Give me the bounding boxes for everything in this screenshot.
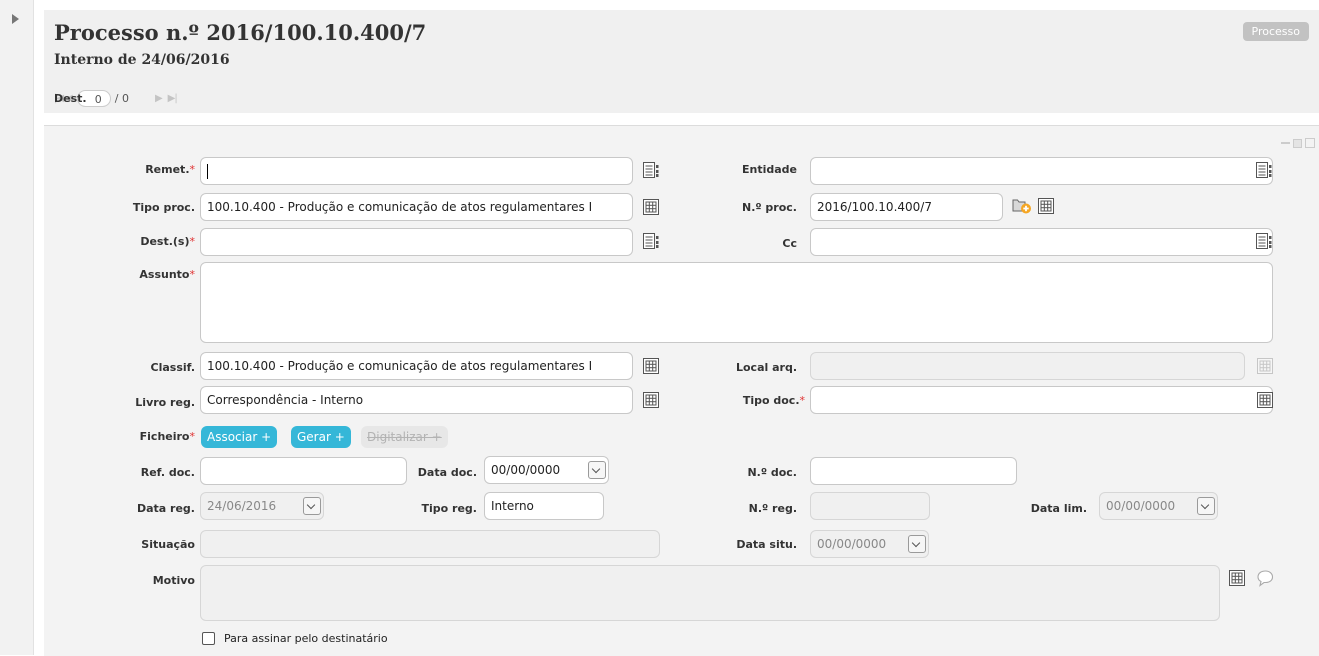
situacao-label: Situação <box>141 538 195 551</box>
required-mark: * <box>189 268 196 281</box>
entidade-label: Entidade <box>741 163 797 176</box>
local-arq-input <box>810 352 1245 380</box>
remet-label: Remet.* <box>100 163 195 176</box>
next-record-icon[interactable]: ▶ <box>155 93 163 104</box>
ficheiro-label-text: Ficheiro <box>139 430 190 443</box>
n-reg-input <box>810 492 930 520</box>
sign-by-recipient-checkbox[interactable] <box>202 632 215 645</box>
data-lim-label: Data lim. <box>1030 502 1087 515</box>
chevron-down-icon[interactable] <box>588 461 606 479</box>
remet-label-text: Remet. <box>145 163 190 176</box>
data-reg-value: 24/06/2016 <box>207 499 277 513</box>
motivo-textarea <box>200 565 1220 621</box>
process-header: Processo n.º 2016/100.10.400/7 Interno d… <box>44 10 1319 113</box>
expand-arrow-icon[interactable] <box>12 14 19 24</box>
grid-picker-icon[interactable] <box>1037 197 1055 215</box>
tipo-doc-label-text: Tipo doc. <box>742 394 800 407</box>
list-select-icon[interactable] <box>642 232 660 250</box>
data-doc-value: 00/00/0000 <box>491 463 561 477</box>
gerar-button[interactable]: Gerar + <box>291 426 351 448</box>
tipo-doc-input[interactable] <box>810 386 1273 414</box>
data-situ-value: 00/00/0000 <box>817 537 887 551</box>
grid-picker-icon <box>1256 357 1274 375</box>
tipo-reg-input[interactable]: Interno <box>484 492 604 520</box>
remet-input[interactable] <box>200 157 633 185</box>
assunto-label-text: Assunto <box>139 268 190 281</box>
list-select-icon[interactable] <box>1255 232 1273 250</box>
data-reg-input: 24/06/2016 <box>200 492 324 520</box>
list-select-icon[interactable] <box>642 161 660 179</box>
page-subtitle: Interno de 24/06/2016 <box>54 52 230 68</box>
cc-label: Cc <box>782 237 797 250</box>
required-mark: * <box>189 235 196 248</box>
livro-reg-label: Livro reg. <box>135 396 195 409</box>
dest-input[interactable] <box>200 228 633 256</box>
digitalizar-button: Digitalizar + <box>361 426 448 448</box>
associar-button[interactable]: Associar + <box>201 426 278 448</box>
n-reg-label: N.º reg. <box>748 502 797 515</box>
entidade-input[interactable] <box>810 157 1273 185</box>
text-caret <box>207 164 208 179</box>
n-proc-input[interactable]: 2016/100.10.400/7 <box>810 193 1003 221</box>
ficheiro-label: Ficheiro* <box>100 430 195 443</box>
minimize-icon[interactable] <box>1281 142 1290 144</box>
checkbox-label: Para assinar pelo destinatário <box>224 632 388 645</box>
grid-picker-icon[interactable] <box>1256 391 1274 409</box>
page-title: Processo n.º 2016/100.10.400/7 <box>54 20 427 45</box>
dest-navigator: Dest. |◀ ◀ 0 / 0 ▶ ▶| <box>54 90 179 107</box>
assunto-textarea[interactable] <box>200 262 1273 343</box>
n-doc-input[interactable] <box>810 457 1017 485</box>
list-select-icon[interactable] <box>1255 161 1273 179</box>
ref-doc-input[interactable] <box>200 457 407 485</box>
situacao-input <box>200 530 660 558</box>
data-situ-label: Data situ. <box>736 538 797 551</box>
folder-add-icon[interactable] <box>1012 196 1032 214</box>
grid-picker-icon[interactable] <box>1228 569 1246 587</box>
ref-doc-label: Ref. doc. <box>140 466 195 479</box>
window-controls <box>1281 138 1315 148</box>
left-sidebar <box>0 0 34 655</box>
dest-nav-label: Dest. <box>54 92 87 105</box>
livro-reg-input[interactable]: Correspondência - Interno <box>200 386 633 414</box>
data-doc-input[interactable]: 00/00/0000 <box>484 456 609 484</box>
tipo-doc-label: Tipo doc.* <box>700 394 805 407</box>
process-badge[interactable]: Processo <box>1242 22 1309 41</box>
motivo-label: Motivo <box>152 574 195 587</box>
data-lim-input: 00/00/0000 <box>1099 492 1218 520</box>
required-mark: * <box>189 163 196 176</box>
classif-input[interactable]: 100.10.400 - Produção e comunicação de a… <box>200 352 633 380</box>
grid-picker-icon[interactable] <box>642 357 660 375</box>
data-reg-label: Data reg. <box>136 502 195 515</box>
classif-label: Classif. <box>150 361 196 374</box>
last-record-icon[interactable]: ▶| <box>168 93 178 104</box>
tipo-reg-label: Tipo reg. <box>421 502 477 515</box>
tipo-proc-input[interactable]: 100.10.400 - Produção e comunicação de a… <box>200 193 633 221</box>
n-proc-label: N.º proc. <box>742 201 797 214</box>
data-lim-value: 00/00/0000 <box>1106 499 1176 513</box>
chevron-down-icon <box>303 497 321 515</box>
assunto-label: Assunto* <box>100 268 195 281</box>
n-doc-label: N.º doc. <box>747 466 797 479</box>
local-arq-label: Local arq. <box>735 361 797 374</box>
comment-icon[interactable] <box>1255 568 1275 588</box>
grid-picker-icon[interactable] <box>642 198 660 216</box>
chevron-down-icon <box>1197 497 1215 515</box>
maximize-icon[interactable] <box>1305 138 1315 148</box>
data-situ-input: 00/00/0000 <box>810 530 929 558</box>
dest-label: Dest.(s)* <box>100 235 195 248</box>
dest-total: / 0 <box>114 92 129 105</box>
cc-input[interactable] <box>810 228 1273 256</box>
required-mark: * <box>799 394 806 407</box>
restore-icon[interactable] <box>1293 138 1302 148</box>
dest-label-text: Dest.(s) <box>140 235 190 248</box>
grid-picker-icon[interactable] <box>642 391 660 409</box>
data-doc-label: Data doc. <box>417 466 477 479</box>
tipo-proc-label: Tipo proc. <box>132 201 195 214</box>
required-mark: * <box>189 430 196 443</box>
chevron-down-icon <box>908 535 926 553</box>
